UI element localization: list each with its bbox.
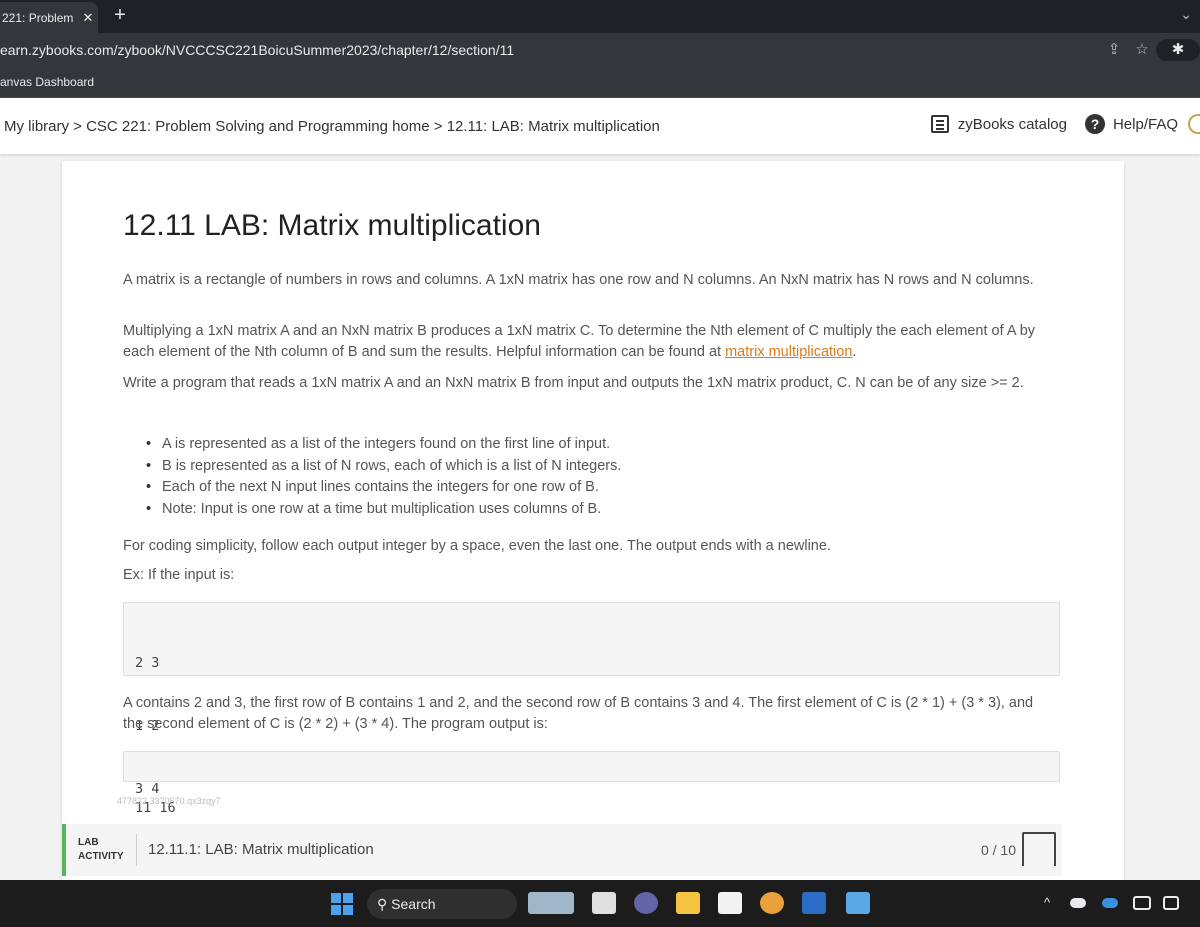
search-icon: ⚲: [377, 896, 388, 912]
browser-tab[interactable]: 221: Problem ✕: [0, 2, 98, 33]
coding-simplicity-paragraph: For coding simplicity, follow each outpu…: [123, 538, 831, 554]
activity-tag-line: ACTIVITY: [78, 851, 124, 862]
task-view-icon[interactable]: [592, 892, 616, 914]
help-icon[interactable]: ?: [1084, 114, 1105, 134]
bookmarks-bar: anvas Dashboard: [0, 67, 1200, 98]
tray-chevron-icon[interactable]: ^: [1044, 895, 1050, 910]
tab-title: 221: Problem: [2, 10, 74, 25]
divider: [136, 834, 137, 866]
list-item: B is represented as a list of N rows, ea…: [123, 456, 621, 478]
example-output-box: 11 16: [123, 751, 1060, 816]
windows-taskbar: ⚲ Search ^: [0, 880, 1200, 927]
completion-badge-icon: [1022, 832, 1056, 866]
lab-title: 12.11.1: LAB: Matrix multiplication: [148, 841, 374, 858]
page: My library > CSC 221: Problem Solving an…: [0, 98, 1200, 880]
example-input-box: 2 3 1 2 3 4: [123, 602, 1060, 797]
microsoft-store-icon[interactable]: [718, 892, 742, 914]
intro-paragraph: A matrix is a rectangle of numbers in ro…: [123, 272, 1034, 288]
bookmark-star-icon[interactable]: ☆: [1128, 39, 1156, 61]
address-bar: earn.zybooks.com/zybook/NVCCCSC221BoicuS…: [0, 33, 1200, 67]
photos-icon[interactable]: [846, 892, 870, 914]
windows-start-icon[interactable]: [331, 893, 353, 915]
taskbar-search[interactable]: ⚲ Search: [367, 889, 517, 919]
list-item: Note: Input is one row at a time but mul…: [123, 499, 621, 521]
multiplication-paragraph: Multiplying a 1xN matrix A and an NxN ma…: [123, 321, 1053, 363]
top-navigation: My library > CSC 221: Problem Solving an…: [0, 98, 1200, 154]
input-line: 2 3: [135, 655, 160, 671]
lab-activity-tag: LAB ACTIVITY: [78, 836, 124, 864]
breadcrumb[interactable]: My library > CSC 221: Problem Solving an…: [4, 118, 660, 135]
matrix-multiplication-link[interactable]: matrix multiplication: [725, 344, 852, 360]
browser-tab-bar: 221: Problem ✕ + ⌄: [0, 0, 1200, 33]
explanation-paragraph: A contains 2 and 3, the first row of B c…: [123, 695, 1034, 732]
help-link[interactable]: Help/FAQ: [1113, 116, 1178, 133]
list-item: A is represented as a list of the intege…: [123, 434, 621, 456]
file-explorer-icon[interactable]: [676, 892, 700, 914]
page-title: 12.11 LAB: Matrix multiplication: [123, 209, 541, 242]
widgets-icon[interactable]: [528, 892, 574, 914]
tab-search-chevron-icon[interactable]: ⌄: [1180, 6, 1192, 23]
lab-activity-header[interactable]: LAB ACTIVITY 12.11.1: LAB: Matrix multip…: [62, 824, 1062, 876]
settings-partial-icon[interactable]: [1188, 114, 1200, 134]
output-line: 11 16: [135, 800, 176, 816]
url-field[interactable]: earn.zybooks.com/zybook/NVCCCSC221BoicuS…: [0, 42, 514, 58]
share-icon[interactable]: ⇪: [1100, 39, 1128, 61]
onedrive-icon[interactable]: [1102, 898, 1118, 908]
lab-tag-line: LAB: [78, 837, 99, 848]
chrome-icon[interactable]: [760, 892, 784, 914]
catalog-icon[interactable]: [930, 115, 949, 133]
multiplication-text: Multiplying a 1xN matrix A and an NxN ma…: [123, 323, 1036, 360]
cloud-icon[interactable]: [1070, 898, 1086, 908]
bookmark-canvas-dashboard[interactable]: anvas Dashboard: [0, 75, 94, 89]
program-paragraph: Write a program that reads a 1xN matrix …: [123, 375, 1024, 391]
catalog-link[interactable]: zyBooks catalog: [958, 116, 1067, 133]
example-label: Ex: If the input is:: [123, 567, 235, 583]
requirements-list: A is represented as a list of the intege…: [123, 434, 621, 520]
lab-score: 0 / 10: [980, 842, 1016, 858]
section-hash: 477822.3370670.qx3zqy7: [117, 796, 221, 806]
search-label: Search: [391, 896, 436, 912]
close-tab-icon[interactable]: ✕: [78, 10, 98, 26]
multiplication-text-end: .: [852, 344, 857, 360]
extensions-icon[interactable]: ✱: [1156, 39, 1200, 61]
teams-chat-icon[interactable]: [634, 892, 658, 914]
list-item: Each of the next N input lines contains …: [123, 477, 621, 499]
word-icon[interactable]: [802, 892, 826, 914]
keyboard-icon[interactable]: [1133, 896, 1151, 910]
new-tab-button[interactable]: +: [108, 4, 132, 28]
section-card: 12.11 LAB: Matrix multiplication A matri…: [62, 161, 1124, 880]
display-icon[interactable]: [1163, 896, 1179, 910]
